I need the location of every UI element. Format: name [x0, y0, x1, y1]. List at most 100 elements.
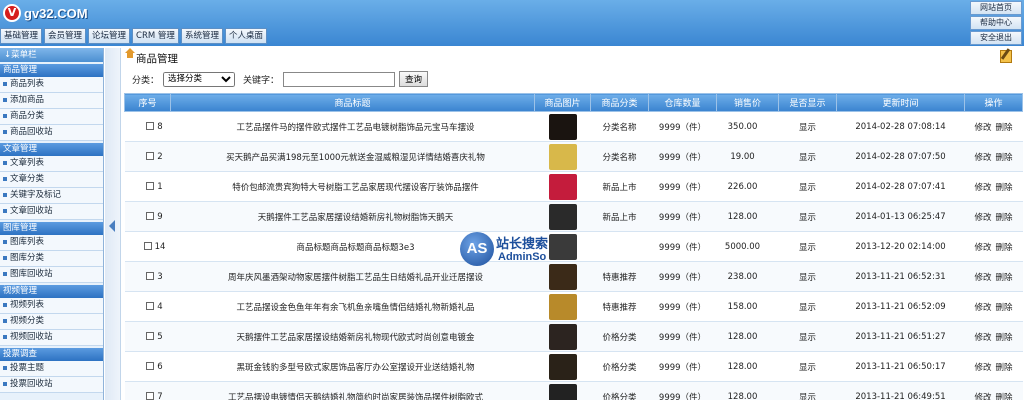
row-updated: 2013-12-20 02:14:00 — [836, 231, 965, 262]
sidebar-item[interactable]: 视频列表 — [0, 298, 103, 314]
category-select[interactable]: 选择分类 — [163, 71, 236, 87]
sidebar-item[interactable]: 商品回收站 — [0, 125, 103, 141]
row-title[interactable]: 黑斑金钱豹多型号欧式家居饰品客厅办公室摆设开业送结婚礼物 — [170, 351, 535, 382]
sidebar-item[interactable]: 投票回收站 — [0, 377, 103, 393]
keyword-input[interactable] — [283, 71, 396, 87]
home-link[interactable]: 网站首页 — [970, 1, 1022, 15]
sidebar-item[interactable]: 添加商品 — [0, 93, 103, 109]
row-id: 7 — [157, 391, 163, 400]
edit-link[interactable]: 修改 — [974, 303, 991, 313]
row-title[interactable]: 工艺品摆设金色鱼年年有余飞机鱼亲嘴鱼情侣结婚礼物新婚礼品 — [170, 291, 535, 322]
pencil-icon[interactable] — [1000, 50, 1012, 63]
delete-link[interactable]: 删除 — [996, 243, 1013, 253]
delete-link[interactable]: 删除 — [996, 333, 1013, 343]
sidebar-item[interactable]: 投票主题 — [0, 361, 103, 377]
edit-link[interactable]: 修改 — [974, 213, 991, 223]
sidebar-item[interactable]: 图库分类 — [0, 251, 103, 267]
row-title[interactable]: 天鹅摆件工艺品家居摆设结婚新房礼物现代欧式时尚创意电镀金 — [170, 321, 535, 352]
sidebar-item[interactable]: 图库回收站 — [0, 267, 103, 283]
edit-link[interactable]: 修改 — [974, 153, 991, 163]
product-thumbnail[interactable] — [548, 293, 577, 320]
row-checkbox[interactable] — [146, 212, 155, 220]
col-updated: 更新时间 — [836, 93, 965, 112]
row-checkbox[interactable] — [146, 362, 155, 370]
delete-link[interactable]: 删除 — [996, 123, 1013, 133]
edit-link[interactable]: 修改 — [974, 333, 991, 343]
sidebar-item[interactable]: 文章分类 — [0, 172, 103, 188]
edit-link[interactable]: 修改 — [974, 393, 991, 400]
row-visible: 显示 — [778, 381, 837, 400]
table-row: 7 工艺品摆设电镀情侣天鹅结婚礼物简约时尚家居装饰品摆件树脂欧式 价格分类 9999（… — [124, 381, 1023, 400]
sidebar-group-title[interactable]: 图库管理 — [0, 222, 103, 235]
product-thumbnail[interactable] — [548, 203, 577, 230]
sidebar-item[interactable]: 商品分类 — [0, 109, 103, 125]
row-updated: 2013-11-21 06:52:09 — [836, 291, 965, 322]
edit-link[interactable]: 修改 — [974, 123, 991, 133]
sidebar-item[interactable]: 视频分类 — [0, 314, 103, 330]
sidebar: ↓菜单栏 商品管理 商品列表 添加商品 商品分类 商品回收站 文章管理 文章列表 文章分类 关键… — [0, 48, 104, 400]
sidebar-group-title[interactable]: 文章管理 — [0, 143, 103, 156]
sidebar-item-label: 图库列表 — [10, 237, 45, 247]
product-thumbnail[interactable] — [548, 113, 577, 140]
row-checkbox[interactable] — [146, 332, 155, 340]
row-id-cell: 7 — [124, 381, 171, 400]
row-price: 238.00 — [716, 261, 779, 292]
row-checkbox[interactable] — [146, 182, 155, 190]
sidebar-splitter[interactable] — [105, 48, 121, 400]
sidebar-item[interactable]: 关键字及标记 — [0, 188, 103, 204]
watermark: AS 站长搜索 AdminSo — [460, 232, 570, 268]
sidebar-item[interactable]: 图库列表 — [0, 235, 103, 251]
row-checkbox[interactable] — [146, 152, 155, 160]
collapse-arrow-icon[interactable] — [109, 220, 115, 232]
nav-tab-system[interactable]: 系统管理 — [180, 28, 223, 44]
sidebar-item[interactable]: 文章回收站 — [0, 204, 103, 220]
sidebar-group-title[interactable]: 投票调查 — [0, 348, 103, 361]
row-checkbox[interactable] — [143, 242, 152, 250]
product-thumbnail[interactable] — [548, 143, 577, 170]
row-image-cell — [534, 321, 591, 352]
delete-link[interactable]: 删除 — [996, 303, 1013, 313]
nav-tab-crm[interactable]: CRM 管理 — [132, 28, 179, 44]
help-link[interactable]: 帮助中心 — [970, 16, 1022, 30]
nav-tab-forum[interactable]: 论坛管理 — [88, 28, 131, 44]
logout-link[interactable]: 安全退出 — [970, 31, 1022, 45]
edit-link[interactable]: 修改 — [974, 363, 991, 373]
delete-link[interactable]: 删除 — [996, 393, 1013, 400]
row-checkbox[interactable] — [146, 392, 155, 400]
row-stock: 9999（件） — [648, 261, 717, 292]
product-thumbnail[interactable] — [548, 323, 577, 350]
row-checkbox[interactable] — [146, 122, 155, 130]
row-title[interactable]: 买天鹅产品买满198元至1000元就送金湿威粮湿见详情结婚喜庆礼物 — [170, 141, 535, 172]
site-logo[interactable]: V gv32.COM — [3, 4, 88, 22]
row-title[interactable]: 工艺品摆件马的摆件欧式摆件工艺品电镀树脂饰品元宝马车摆设 — [170, 111, 535, 142]
product-thumbnail[interactable] — [548, 173, 577, 200]
nav-tab-members[interactable]: 会员管理 — [44, 28, 87, 44]
product-thumbnail[interactable] — [548, 353, 577, 380]
edit-link[interactable]: 修改 — [974, 243, 991, 253]
sidebar-item-label: 文章分类 — [10, 174, 45, 184]
row-title[interactable]: 工艺品摆设电镀情侣天鹅结婚礼物简约时尚家居装饰品摆件树脂欧式 — [170, 381, 535, 400]
delete-link[interactable]: 删除 — [996, 213, 1013, 223]
nav-tab-basic[interactable]: 基础管理 — [0, 28, 43, 44]
site-name: gv32.COM — [24, 5, 88, 21]
sidebar-group-title[interactable]: 商品管理 — [0, 64, 103, 77]
row-title[interactable]: 天鹅摆件工艺品家居摆设结婚新房礼物树脂饰天鹅天 — [170, 201, 535, 232]
bullet-icon — [3, 239, 7, 244]
row-checkbox[interactable] — [146, 272, 155, 280]
edit-link[interactable]: 修改 — [974, 183, 991, 193]
delete-link[interactable]: 删除 — [996, 183, 1013, 193]
delete-link[interactable]: 删除 — [996, 363, 1013, 373]
edit-link[interactable]: 修改 — [974, 273, 991, 283]
search-button[interactable]: 查询 — [399, 71, 429, 87]
sidebar-item[interactable]: 商品列表 — [0, 77, 103, 93]
row-id-cell: 5 — [124, 321, 171, 352]
delete-link[interactable]: 删除 — [996, 273, 1013, 283]
delete-link[interactable]: 删除 — [996, 153, 1013, 163]
sidebar-item[interactable]: 视频回收站 — [0, 330, 103, 346]
sidebar-item[interactable]: 文章列表 — [0, 156, 103, 172]
row-checkbox[interactable] — [146, 302, 155, 310]
nav-tab-desktop[interactable]: 个人桌面 — [224, 28, 267, 44]
row-title[interactable]: 特价包邮流贵宾狗特大号树脂工艺品家居现代摆设客厅装饰品摆件 — [170, 171, 535, 202]
sidebar-group-title[interactable]: 视频管理 — [0, 285, 103, 298]
product-thumbnail[interactable] — [548, 383, 577, 400]
